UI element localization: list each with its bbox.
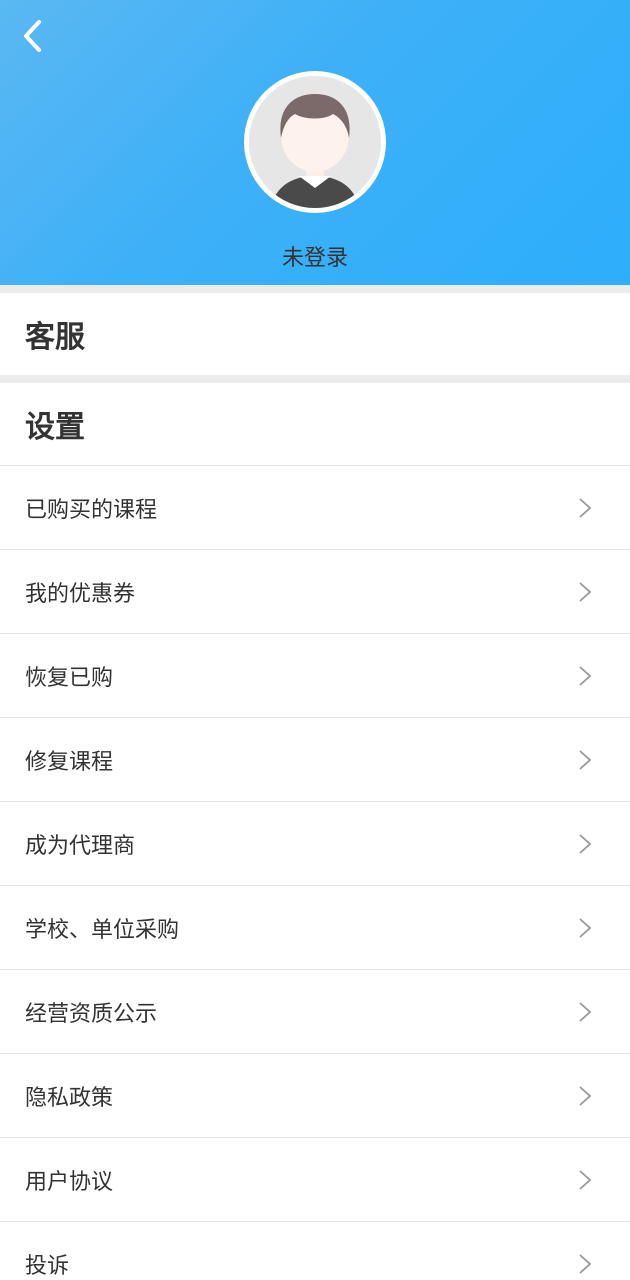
menu-item-label: 修复课程 <box>25 749 114 775</box>
menu-item-restore-purchases[interactable]: 恢复已购 <box>0 634 630 718</box>
menu-item-label: 恢复已购 <box>25 665 114 691</box>
menu-item-privacy-policy[interactable]: 隐私政策 <box>0 1054 630 1138</box>
menu-item-label: 隐私政策 <box>25 1085 114 1111</box>
chevron-right-icon <box>578 1169 592 1191</box>
chevron-right-icon <box>578 581 592 603</box>
menu-item-label: 已购买的课程 <box>25 497 158 523</box>
chevron-right-icon <box>578 665 592 687</box>
menu-item-repair-courses[interactable]: 修复课程 <box>0 718 630 802</box>
chevron-right-icon <box>578 917 592 939</box>
menu-item-label: 用户协议 <box>25 1169 114 1195</box>
chevron-right-icon <box>578 497 592 519</box>
menu-item-institution-purchase[interactable]: 学校、单位采购 <box>0 886 630 970</box>
menu-item-label: 投诉 <box>25 1254 70 1279</box>
chevron-right-icon <box>578 1085 592 1107</box>
settings-title: 设置 <box>25 410 85 445</box>
customer-service-title: 客服 <box>25 320 85 355</box>
chevron-left-icon <box>24 20 41 52</box>
menu-item-label: 学校、单位采购 <box>25 917 180 943</box>
menu-item-label: 我的优惠券 <box>25 581 136 607</box>
profile-header: 未登录 <box>0 0 630 285</box>
settings-section-title: 设置 <box>0 383 630 466</box>
menu-item-complaint[interactable]: 投诉 <box>0 1222 630 1280</box>
default-avatar-icon <box>249 76 381 208</box>
menu-item-become-agent[interactable]: 成为代理商 <box>0 802 630 886</box>
customer-service-section[interactable]: 客服 <box>0 293 630 375</box>
chevron-right-icon <box>578 1253 592 1275</box>
menu-item-purchased-courses[interactable]: 已购买的课程 <box>0 466 630 550</box>
menu-item-label: 经营资质公示 <box>25 1001 158 1027</box>
login-status-text[interactable]: 未登录 <box>0 240 630 272</box>
menu-item-user-agreement[interactable]: 用户协议 <box>0 1138 630 1222</box>
menu-item-label: 成为代理商 <box>25 833 136 859</box>
divider <box>0 375 630 383</box>
chevron-right-icon <box>578 1001 592 1023</box>
divider <box>0 285 630 293</box>
menu-item-my-coupons[interactable]: 我的优惠券 <box>0 550 630 634</box>
chevron-right-icon <box>578 833 592 855</box>
menu-item-business-qualification[interactable]: 经营资质公示 <box>0 970 630 1054</box>
avatar[interactable] <box>244 71 386 213</box>
settings-menu-list: 已购买的课程 我的优惠券 恢复已购 修复课程 成为代理商 学校、单位采购 经营资… <box>0 466 630 1280</box>
chevron-right-icon <box>578 749 592 771</box>
back-button[interactable] <box>12 14 52 58</box>
